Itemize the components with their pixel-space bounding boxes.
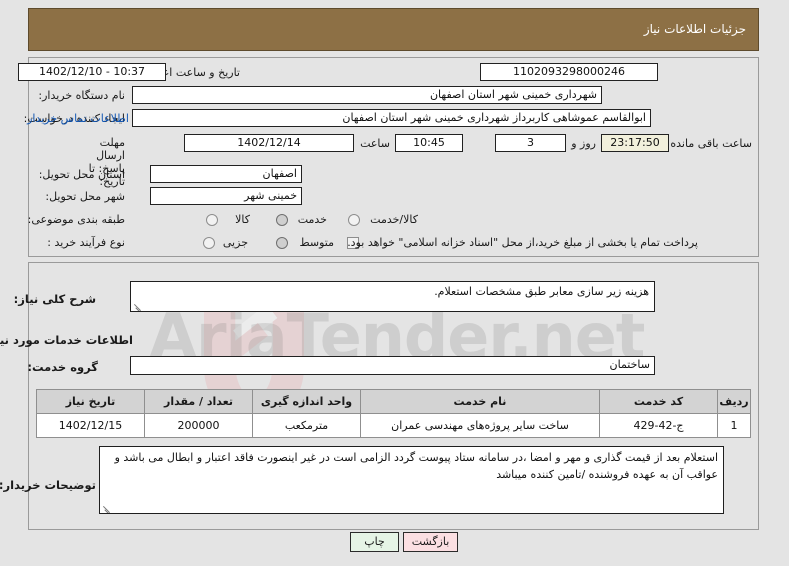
services-table: ردیف کد خدمت نام خدمت واحد اندازه گیری ت… (37, 389, 752, 438)
print-button[interactable]: چاپ (351, 532, 400, 552)
service-group-value: ساختمان (131, 356, 656, 375)
buyer-notes-label: توضیحات خریدار: (0, 478, 97, 492)
deadline-hour-label: ساعت (361, 137, 391, 150)
cell-row-no: 1 (718, 413, 752, 438)
services-heading: اطلاعات خدمات مورد نیاز (0, 333, 134, 347)
resize-grip-icon[interactable] (134, 301, 143, 310)
remaining-days-label: روز و (572, 137, 597, 150)
buyer-notes-textarea[interactable]: استعلام بعد از قیمت گذاری و مهر و امضا ،… (100, 446, 725, 514)
cell-unit: مترمکعب (253, 413, 362, 438)
process-label-motavaset: متوسط (300, 236, 335, 249)
remaining-days-value: 3 (496, 134, 567, 152)
summary-text: هزینه زیر سازی معابر طبق مشخصات استعلام. (435, 285, 650, 298)
cell-service-code: ج-42-429 (600, 413, 719, 438)
buyer-notes-text: استعلام بعد از قیمت گذاری و مهر و امضا ،… (115, 451, 719, 481)
process-label-jozei: جزیی (223, 236, 249, 249)
cell-service-name: ساخت سایر پروژه‌های مهندسی عمران (361, 413, 601, 438)
col-unit: واحد اندازه گیری (253, 389, 362, 414)
process-radio-motavaset[interactable] (277, 237, 289, 249)
remaining-time-value: 23:17:50 (602, 134, 670, 152)
col-service-name: نام خدمت (361, 389, 601, 414)
public-announce-value: 10:37 - 1402/12/10 (19, 63, 167, 81)
treasury-bonds-label: پرداخت تمام یا بخشی از مبلغ خرید،از محل … (348, 236, 699, 249)
col-quantity: تعداد / مقدار (145, 389, 254, 414)
category-radio-kala-khedmat[interactable] (349, 214, 361, 226)
category-label-kala-khedmat: کالا/خدمت (371, 213, 419, 226)
back-button[interactable]: بازگشت (404, 532, 459, 552)
remaining-time-label: ساعت باقی مانده (671, 137, 753, 150)
requester-value: ابوالقاسم عموشاهی کاربرداز شهرداری خمینی… (133, 109, 652, 127)
city-label: شهر محل تحویل: (46, 190, 126, 203)
col-service-code: کد خدمت (600, 389, 719, 414)
resize-grip-icon-notes[interactable] (103, 503, 112, 512)
cell-need-date: 1402/12/15 (37, 413, 146, 438)
table-row: 1 ج-42-429 ساخت سایر پروژه‌های مهندسی عم… (37, 413, 752, 438)
category-label-khedmat: خدمت (298, 213, 328, 226)
deadline-hour-value: 10:45 (396, 134, 464, 152)
category-radio-kala[interactable] (207, 214, 219, 226)
page-header-bar: جزئیات اطلاعات نیاز (29, 8, 760, 51)
category-label-kala: کالا (236, 213, 251, 226)
province-label: استان محل تحویل: (39, 168, 126, 181)
province-value: اصفهان (151, 165, 303, 183)
page-title: جزئیات اطلاعات نیاز (644, 22, 747, 36)
service-group-label: گروه خدمت: (28, 360, 99, 374)
col-need-date: تاریخ نیاز (37, 389, 146, 414)
col-row-no: ردیف (718, 389, 752, 414)
table-header-row: ردیف کد خدمت نام خدمت واحد اندازه گیری ت… (37, 389, 752, 414)
summary-textarea[interactable]: هزینه زیر سازی معابر طبق مشخصات استعلام. (131, 281, 656, 312)
category-radio-khedmat[interactable] (277, 214, 289, 226)
summary-label: شرح کلی نیاز: (14, 292, 97, 306)
need-number-value: 1102093298000246 (481, 63, 659, 81)
cell-quantity: 200000 (145, 413, 254, 438)
buyer-org-value: شهرداری خمینی شهر استان اصفهان (133, 86, 603, 104)
deadline-date-value: 1402/12/14 (185, 134, 355, 152)
process-radio-jozei[interactable] (204, 237, 216, 249)
category-label: طبقه بندی موضوعی: (28, 213, 126, 226)
buyer-org-label: نام دستگاه خریدار: (39, 89, 126, 102)
city-value: خمینی شهر (151, 187, 303, 205)
buyer-contact-link[interactable]: اطلاعات تماس خریدار (28, 112, 130, 125)
process-label: نوع فرآیند خرید : (48, 236, 126, 249)
